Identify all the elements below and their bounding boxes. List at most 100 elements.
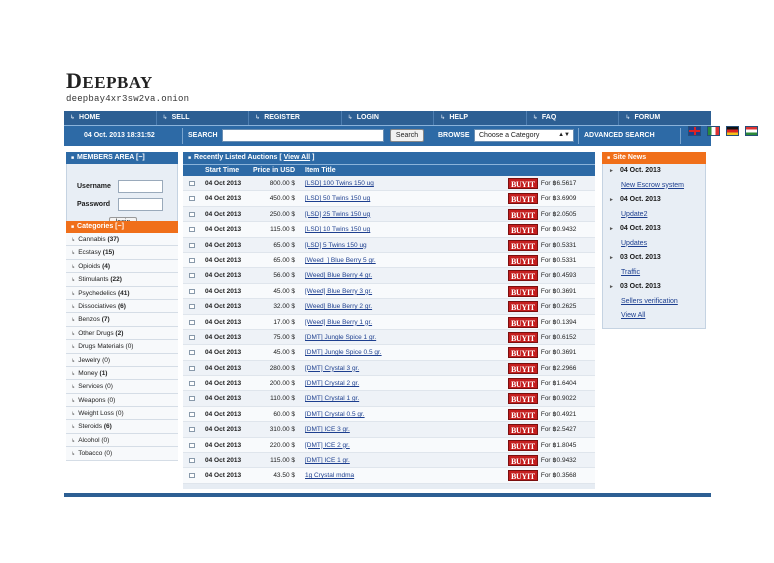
category-item[interactable]: ↳ Steroids (6): [66, 420, 178, 434]
item-title-link[interactable]: [DMT] Crystal 3 gr.: [303, 361, 508, 375]
flag-germany-icon[interactable]: [726, 126, 739, 136]
category-item[interactable]: ↳ Other Drugs (2): [66, 326, 178, 341]
news-link[interactable]: Update2: [603, 208, 705, 223]
buyit-button[interactable]: BUYIT: [508, 270, 538, 282]
buyit-button[interactable]: BUYIT: [508, 362, 538, 374]
category-item[interactable]: ↳ Dissociatives (6): [66, 299, 178, 314]
item-title-link[interactable]: [DMT] Crystal 0.5 gr.: [303, 407, 508, 421]
search-button[interactable]: Search: [390, 129, 424, 142]
item-title-link[interactable]: [Weed] Blue Berry 3 gr.: [303, 284, 508, 298]
row-checkbox[interactable]: [189, 334, 195, 340]
nav-forum[interactable]: ↳ FORUM: [618, 111, 711, 125]
nav-sell[interactable]: ↳ SELL: [155, 111, 249, 125]
search-input[interactable]: [222, 129, 384, 142]
item-title-link[interactable]: [DMT] Jungle Spice 1 gr.: [303, 330, 508, 344]
site-logo[interactable]: DEEPBAY deepbay4xr3sw2va.onion: [66, 70, 189, 105]
nav-home[interactable]: ↳ HOME: [64, 111, 156, 125]
nav-help[interactable]: ↳ HELP: [433, 111, 526, 125]
item-title-link[interactable]: [LSD] 5 Twins 150 ug: [303, 238, 508, 252]
buyit-button[interactable]: BUYIT: [508, 424, 538, 436]
row-checkbox[interactable]: [189, 381, 195, 387]
item-title-link[interactable]: [Weed] Blue Berry 2 gr.: [303, 299, 508, 313]
category-item[interactable]: ↳ Alcohol (0): [66, 433, 178, 448]
category-item[interactable]: ↳ Opioids (4): [66, 259, 178, 274]
buyit-button[interactable]: BUYIT: [508, 455, 538, 467]
row-checkbox[interactable]: [189, 304, 195, 310]
advanced-search-link[interactable]: ADVANCED SEARCH: [584, 126, 655, 146]
buyit-button[interactable]: BUYIT: [508, 178, 538, 189]
row-checkbox[interactable]: [189, 442, 195, 448]
category-item[interactable]: ↳ Stimulants (22): [66, 273, 178, 287]
category-item[interactable]: ↳ Tobacco (0): [66, 447, 178, 461]
row-checkbox[interactable]: [189, 458, 195, 464]
item-title-link[interactable]: [DMT] Jungle Spice 0.5 gr.: [303, 345, 508, 359]
item-title-link[interactable]: [DMT] ICE 3 gr.: [303, 422, 508, 436]
category-item[interactable]: ↳ Weapons (0): [66, 393, 178, 408]
news-link[interactable]: Updates: [603, 237, 705, 252]
row-checkbox[interactable]: [189, 350, 195, 356]
flag-italy-icon[interactable]: [707, 126, 720, 136]
password-input[interactable]: [118, 198, 163, 211]
row-checkbox[interactable]: [189, 319, 195, 325]
row-checkbox[interactable]: [189, 288, 195, 294]
buyit-button[interactable]: BUYIT: [508, 393, 538, 405]
category-item[interactable]: ↳ Ecstasy (15): [66, 246, 178, 260]
buyit-button[interactable]: BUYIT: [508, 470, 538, 482]
buyit-button[interactable]: BUYIT: [508, 224, 538, 236]
buyit-button[interactable]: BUYIT: [508, 331, 538, 343]
flag-uk-icon[interactable]: [688, 126, 701, 136]
news-link[interactable]: New Escrow system: [603, 179, 705, 194]
item-title-link[interactable]: [DMT] Crystal 2 gr.: [303, 376, 508, 390]
item-title-link[interactable]: 1g Crystal mdma: [303, 468, 508, 482]
category-item[interactable]: ↳ Services (0): [66, 380, 178, 394]
news-link[interactable]: Sellers verification: [603, 295, 705, 310]
row-checkbox[interactable]: [189, 411, 195, 417]
item-title-link[interactable]: [DMT] Crystal 1 gr.: [303, 391, 508, 405]
flag-hungary-icon[interactable]: [745, 126, 758, 136]
category-item[interactable]: ↳ Money (1): [66, 366, 178, 381]
category-item[interactable]: ↳ Drugs Materials (0): [66, 340, 178, 354]
item-title-link[interactable]: [DMT] ICE 2 gr.: [303, 438, 508, 452]
row-checkbox[interactable]: [189, 427, 195, 433]
news-link[interactable]: Traffic: [603, 266, 705, 281]
category-item[interactable]: ↳ Benzos (7): [66, 313, 178, 327]
category-item[interactable]: ↳ Cannabis (37): [66, 233, 178, 247]
categories-header[interactable]: ■ Categories [−]: [66, 221, 178, 233]
news-view-all-link[interactable]: View All: [603, 309, 705, 324]
buyit-button[interactable]: BUYIT: [508, 193, 538, 205]
view-all-auctions-link[interactable]: View All: [284, 154, 310, 161]
category-item[interactable]: ↳ Weight Loss (0): [66, 407, 178, 421]
members-area-header[interactable]: ■ MEMBERS AREA [−]: [66, 152, 178, 164]
category-select[interactable]: Choose a Category ▲▼: [474, 129, 574, 142]
nav-login[interactable]: ↳ LOGIN: [340, 111, 434, 125]
buyit-button[interactable]: BUYIT: [508, 301, 538, 313]
category-item[interactable]: ↳ Jewelry (0): [66, 353, 178, 367]
row-checkbox[interactable]: [189, 396, 195, 402]
buyit-button[interactable]: BUYIT: [508, 316, 538, 328]
item-title-link[interactable]: [Weed] Blue Berry 1 gr.: [303, 315, 508, 329]
row-checkbox[interactable]: [189, 365, 195, 371]
row-checkbox[interactable]: [189, 242, 195, 248]
category-item[interactable]: ↳ Psychedelics (41): [66, 286, 178, 300]
username-input[interactable]: [118, 180, 163, 193]
row-checkbox[interactable]: [189, 273, 195, 279]
nav-faq[interactable]: ↳ FAQ: [525, 111, 619, 125]
item-title-link[interactable]: [DMT] ICE 1 gr.: [303, 453, 508, 467]
buyit-button[interactable]: BUYIT: [508, 347, 538, 359]
row-checkbox[interactable]: [189, 473, 195, 479]
buyit-button[interactable]: BUYIT: [508, 239, 538, 251]
item-title-link[interactable]: [LSD] 100 Twins 150 ug: [303, 176, 508, 190]
item-title-link[interactable]: [Weed] Blue Berry 4 gr.: [303, 268, 508, 282]
item-title-link[interactable]: [LSD] 10 Twins 150 ug: [303, 222, 508, 236]
buyit-button[interactable]: BUYIT: [508, 208, 538, 220]
row-checkbox[interactable]: [189, 181, 195, 186]
buyit-button[interactable]: BUYIT: [508, 439, 538, 451]
buyit-button[interactable]: BUYIT: [508, 254, 538, 266]
nav-register[interactable]: ↳ REGISTER: [248, 111, 341, 125]
row-checkbox[interactable]: [189, 227, 195, 233]
buyit-button[interactable]: BUYIT: [508, 285, 538, 297]
buyit-button[interactable]: BUYIT: [508, 378, 538, 390]
buyit-button[interactable]: BUYIT: [508, 408, 538, 420]
row-checkbox[interactable]: [189, 196, 195, 202]
item-title-link[interactable]: [LSD] 25 Twins 150 ug: [303, 207, 508, 221]
